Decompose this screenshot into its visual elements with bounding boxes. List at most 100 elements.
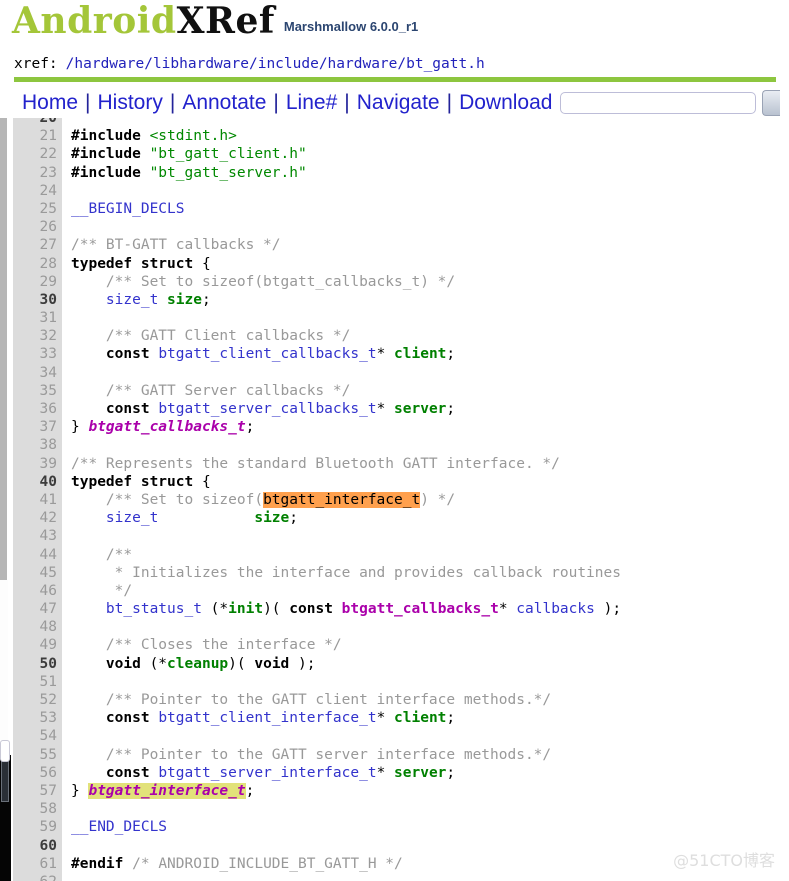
line-number[interactable]: 30 (13, 290, 62, 310)
code-symbol-link[interactable]: __END_DECLS (71, 819, 167, 835)
nav-link-linenum[interactable]: Line# (286, 91, 337, 115)
line-number[interactable]: 53 (13, 709, 62, 728)
line-number[interactable]: 23 (13, 163, 62, 182)
line-number[interactable]: 51 (13, 672, 62, 692)
code-token: * (498, 601, 517, 618)
taskbar-edge-inner-artifact (1, 758, 9, 802)
code-line-list: 20 21 #include <stdint.h> 22 #include "bt_ga… (13, 118, 789, 881)
code-symbol-link[interactable]: __BEGIN_DECLS (71, 201, 185, 217)
line-number[interactable]: 59 (13, 818, 62, 837)
code-symbol-link[interactable]: size_t (71, 292, 158, 308)
code-line: 62 (13, 872, 789, 881)
line-number[interactable]: 33 (13, 345, 62, 364)
line-number[interactable]: 48 (13, 618, 62, 637)
line-number[interactable]: 41 (13, 490, 62, 510)
line-number[interactable]: 55 (13, 745, 62, 764)
line-number[interactable]: 42 (13, 509, 62, 528)
line-number[interactable]: 38 (13, 436, 62, 455)
code-token: /** Set to sizeof( (71, 491, 264, 508)
search-input[interactable] (560, 92, 757, 114)
code-symbol-link[interactable]: btgatt_client_interface_t (158, 710, 376, 726)
nav-link-download[interactable]: Download (459, 91, 552, 115)
code-line: 59 __END_DECLS (13, 818, 789, 837)
line-number[interactable]: 20 (13, 118, 62, 128)
code-token: ; (446, 710, 456, 727)
code-symbol-link[interactable]: btgatt_server_callbacks_t (158, 401, 376, 417)
code-token: /** Pointer to the GATT server interface… (71, 746, 552, 763)
highlighted-symbol[interactable]: btgatt_interface_t (88, 782, 246, 799)
breadcrumb-path-link[interactable]: /hardware/libhardware/include/hardware/b… (66, 56, 485, 72)
line-number[interactable]: 54 (13, 727, 62, 746)
line-number[interactable]: 43 (13, 527, 62, 546)
breadcrumb-label: xref: (14, 56, 58, 72)
line-number[interactable]: 25 (13, 199, 62, 219)
code-symbol-link[interactable]: size_t (71, 510, 158, 526)
code-line: 41 /** Set to sizeof(btgatt_interface_t)… (13, 490, 789, 510)
line-number[interactable]: 40 (13, 472, 62, 491)
primary-nav: Home | History | Annotate | Line# | Navi… (22, 86, 781, 120)
code-line: 52 /** Pointer to the GATT client interf… (13, 691, 789, 710)
highlighted-symbol[interactable]: btgatt_interface_t (263, 491, 421, 508)
line-number[interactable]: 61 (13, 854, 62, 873)
line-number[interactable]: 44 (13, 545, 62, 564)
search-submit-button[interactable] (762, 90, 781, 116)
line-number[interactable]: 29 (13, 272, 62, 291)
scrollbar-thumb[interactable] (0, 118, 7, 580)
line-number[interactable]: 37 (13, 418, 62, 437)
code-line-text: /** Set to sizeof(btgatt_interface_t) */ (62, 491, 455, 509)
code-token: void (254, 655, 290, 672)
site-header: Android XRef Marshmallow 6.0.0_r1 (12, 0, 789, 50)
code-token: { (193, 255, 211, 272)
line-number[interactable]: 35 (13, 381, 62, 401)
source-code-viewer[interactable]: 20 21 #include <stdint.h> 22 #include "bt_ga… (13, 118, 789, 881)
code-symbol-link[interactable]: btgatt_callbacks_t (342, 601, 499, 617)
code-symbol-link[interactable]: bt_status_t (71, 601, 202, 617)
nav-link-history[interactable]: History (98, 91, 163, 115)
code-symbol-link[interactable]: btgatt_server_interface_t (158, 765, 376, 781)
code-token: client (394, 710, 447, 727)
line-number[interactable]: 36 (13, 400, 62, 419)
line-number[interactable]: 34 (13, 363, 62, 382)
scrollbar-track-top[interactable] (0, 0, 8, 118)
code-line: 53 const btgatt_client_interface_t* clie… (13, 709, 789, 728)
line-number[interactable]: 39 (13, 454, 62, 473)
line-number[interactable]: 52 (13, 691, 62, 710)
code-token: } (71, 782, 89, 799)
line-number[interactable]: 58 (13, 800, 62, 819)
code-line: 30 size_t size; (13, 290, 789, 310)
line-number[interactable]: 45 (13, 563, 62, 582)
line-number[interactable]: 50 (13, 654, 62, 673)
code-line-text: #include "bt_gatt_server.h" (62, 164, 307, 182)
line-number[interactable]: 26 (13, 218, 62, 237)
line-number[interactable]: 24 (13, 181, 62, 200)
line-number[interactable]: 27 (13, 236, 62, 255)
scrollbar-track-bottom[interactable] (0, 580, 8, 743)
code-line-text: __END_DECLS (62, 818, 167, 836)
nav-link-annotate[interactable]: Annotate (182, 91, 266, 115)
line-number[interactable]: 32 (13, 327, 62, 346)
line-number[interactable]: 21 (13, 127, 62, 146)
line-number[interactable]: 49 (13, 636, 62, 655)
code-token: "bt_gatt_client.h" (149, 146, 307, 163)
nav-link-navigate[interactable]: Navigate (357, 91, 440, 115)
line-number[interactable]: 46 (13, 581, 62, 601)
site-logo[interactable]: Android XRef Marshmallow 6.0.0_r1 (12, 0, 789, 39)
line-number[interactable]: 56 (13, 763, 62, 782)
line-number[interactable]: 62 (13, 872, 62, 881)
code-token: (* (140, 655, 168, 672)
nav-link-home[interactable]: Home (22, 91, 78, 115)
page-scrollbar[interactable] (0, 0, 11, 881)
line-number[interactable]: 47 (13, 600, 62, 619)
code-symbol-link[interactable]: callbacks (516, 601, 595, 617)
line-number[interactable]: 31 (13, 309, 62, 328)
line-number[interactable]: 22 (13, 145, 62, 164)
line-number[interactable]: 28 (13, 254, 62, 273)
code-line-text: size_t size; (62, 291, 211, 309)
line-number[interactable]: 60 (13, 836, 62, 855)
code-symbol-link[interactable]: btgatt_callbacks_t (88, 419, 245, 435)
code-symbol-link[interactable]: btgatt_client_callbacks_t (158, 346, 376, 362)
line-number[interactable]: 57 (13, 781, 62, 801)
